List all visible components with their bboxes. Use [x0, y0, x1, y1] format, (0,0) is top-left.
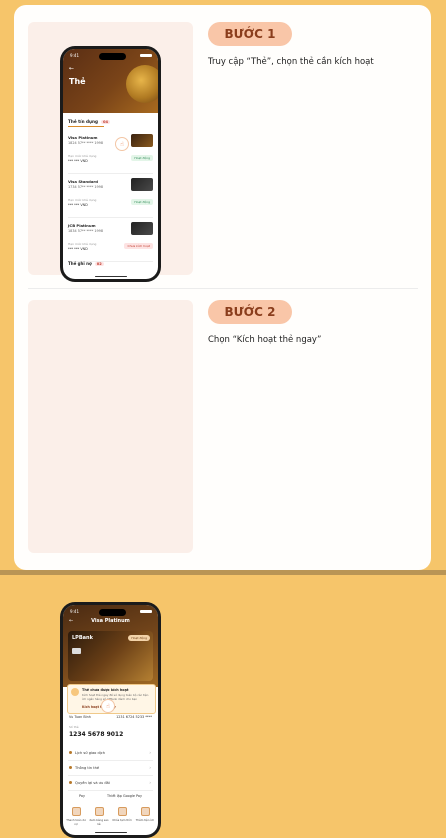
- home-indicator: [95, 831, 127, 833]
- action-label: Thêm tiện ích: [135, 818, 155, 822]
- step2-instruction: Chọn “Kích hoạt thẻ ngay”: [208, 335, 322, 345]
- tap-finger-icon: ☝: [115, 137, 129, 151]
- card-item-visa-platinum[interactable]: Visa Platinum 1824 57** **** 1998 ☝ Hạn …: [68, 133, 153, 174]
- account-label: Số thẻ: [69, 725, 79, 729]
- guide-sheet: 9:41 ← Thẻ Thẻ tín dụng 04 Visa Platinum…: [14, 5, 431, 838]
- card-actions-bar: Thanh toán dư nợ Xem bảng sao kê Khóa tạ…: [66, 807, 155, 826]
- action-lock[interactable]: Khóa tạm thời: [112, 807, 132, 826]
- gold-coin-decoration: [126, 65, 158, 103]
- card-limit-label: Hạn mức khả dụng: [68, 198, 97, 202]
- card-thumbnail: [131, 222, 153, 235]
- card-thumbnail: [131, 134, 153, 147]
- card-status-badge: Chưa kích hoạt: [124, 243, 153, 249]
- card-number: 1734 57** **** 1998: [68, 185, 103, 189]
- menu-label: Thông tin thẻ: [75, 766, 100, 770]
- section-divider: [28, 288, 418, 289]
- card-detail-header: ← Visa Platinum LPBank Hoạt động: [63, 605, 158, 687]
- card-holder-name: Vu Tuan Binh: [69, 715, 91, 719]
- card-name: Visa Platinum: [68, 135, 98, 140]
- phone-frame-1: 9:41 ← Thẻ Thẻ tín dụng 04 Visa Platinum…: [60, 46, 161, 282]
- wallet-icon: [71, 807, 81, 816]
- debit-count-badge: 02: [94, 261, 104, 266]
- tooltip-body: Kích hoạt thẻ ngay để sử dụng toàn bộ cá…: [82, 693, 149, 701]
- chevron-right-icon: ›: [149, 780, 151, 785]
- debit-label: Thẻ ghi nợ: [68, 261, 92, 266]
- step2-badge: BƯỚC 2: [208, 300, 292, 324]
- tab-label: Thẻ tín dụng: [68, 119, 98, 124]
- action-statement[interactable]: Xem bảng sao kê: [89, 807, 109, 826]
- menu-label: Quyền lợi và ưu đãi: [75, 781, 110, 785]
- card-number: 1834 57** **** 1998: [68, 229, 103, 233]
- card-limit: *** *** VND: [68, 203, 88, 207]
- tooltip-title: Thẻ chưa được kích hoạt: [82, 688, 129, 692]
- card-limit: *** *** VND: [68, 159, 88, 163]
- bank-logo: LPBank: [72, 635, 93, 641]
- card-item-visa-standard[interactable]: Visa Standard 1734 57** **** 1998 Hạn mứ…: [68, 177, 153, 218]
- card-menu: Lịch sử giao dịch › Thông tin thẻ › Quyền …: [68, 746, 153, 791]
- tab-underline: [68, 126, 104, 127]
- battery-icon: [140, 54, 152, 57]
- card-name: JCB Platinum: [68, 223, 96, 228]
- debit-cards-section[interactable]: Thẻ ghi nợ 02: [68, 261, 104, 266]
- phone-screen-2: 9:41 ← Visa Platinum LPBank Hoạt động Th…: [63, 605, 158, 835]
- phone-notch: [99, 609, 126, 616]
- chevron-right-icon: ›: [149, 765, 151, 770]
- menu-benefits[interactable]: Quyền lợi và ưu đãi ›: [68, 776, 153, 791]
- card-name: Visa Standard: [68, 179, 99, 184]
- menu-transaction-history[interactable]: Lịch sử giao dịch ›: [68, 746, 153, 761]
- wallet-setup-row: Pay Thiết lập Google Pay: [68, 791, 153, 801]
- menu-label: Lịch sử giao dịch: [75, 751, 106, 755]
- card-status-pill: Hoạt động: [128, 635, 150, 641]
- action-more[interactable]: Thêm tiện ích: [135, 807, 155, 826]
- action-label: Khóa tạm thời: [112, 818, 132, 822]
- card-detail-title: Visa Platinum: [91, 618, 130, 624]
- step1-instruction: Truy cập “Thẻ”, chọn thẻ cần kích hoạt: [208, 57, 374, 67]
- card-limit: *** *** VND: [68, 247, 88, 251]
- back-arrow-icon[interactable]: ←: [69, 65, 74, 72]
- chevron-right-icon: ›: [149, 750, 151, 755]
- card-status-badge: Hoạt động: [131, 155, 153, 161]
- action-pay-debt[interactable]: Thanh toán dư nợ: [66, 807, 86, 826]
- phone-notch: [99, 53, 126, 60]
- card-chip-icon: [72, 648, 81, 654]
- card-status-badge: Hoạt động: [131, 199, 153, 205]
- card-limit-label: Hạn mức khả dụng: [68, 154, 97, 158]
- card-thumbnail: [131, 178, 153, 191]
- step2-illustration: 9:41 ← Visa Platinum LPBank Hoạt động Th…: [28, 300, 193, 838]
- credit-card-list: Visa Platinum 1824 57** **** 1998 ☝ Hạn …: [68, 133, 153, 265]
- masked-card-number: 1231 6724 5233 ****: [116, 715, 152, 719]
- menu-card-info[interactable]: Thông tin thẻ ›: [68, 761, 153, 776]
- card-warning-icon: [71, 688, 79, 696]
- tab-count-badge: 04: [100, 119, 110, 124]
- plus-icon: [140, 807, 150, 816]
- battery-icon: [140, 610, 152, 613]
- step1-badge: BƯỚC 1: [208, 22, 292, 46]
- lock-icon: [117, 807, 127, 816]
- step1-illustration: 9:41 ← Thẻ Thẻ tín dụng 04 Visa Platinum…: [28, 22, 193, 282]
- home-indicator: [95, 275, 127, 277]
- status-time: 9:41: [70, 609, 79, 614]
- phone-screen-1: 9:41 ← Thẻ Thẻ tín dụng 04 Visa Platinum…: [63, 49, 158, 279]
- status-time: 9:41: [70, 53, 79, 58]
- action-label: Thanh toán dư nợ: [66, 818, 86, 826]
- tab-credit-cards[interactable]: Thẻ tín dụng 04: [68, 119, 110, 124]
- action-label: Xem bảng sao kê: [89, 818, 109, 826]
- card-item-jcb-platinum[interactable]: JCB Platinum 1834 57** **** 1998 Hạn mức…: [68, 221, 153, 262]
- apple-pay-button[interactable]: Pay: [79, 794, 85, 798]
- google-pay-button[interactable]: Thiết lập Google Pay: [107, 794, 142, 798]
- cards-page-title: Thẻ: [69, 77, 86, 86]
- account-number: 1234 5678 9012: [69, 731, 124, 738]
- card-number: 1824 57** **** 1998: [68, 141, 103, 145]
- statement-icon: [94, 807, 104, 816]
- card-visual: LPBank Hoạt động: [68, 631, 153, 681]
- card-limit-label: Hạn mức khả dụng: [68, 242, 97, 246]
- tap-finger-icon: ☝: [101, 699, 115, 713]
- phone-frame-2: 9:41 ← Visa Platinum LPBank Hoạt động Th…: [60, 602, 161, 838]
- bottom-edge-bar: [0, 570, 446, 575]
